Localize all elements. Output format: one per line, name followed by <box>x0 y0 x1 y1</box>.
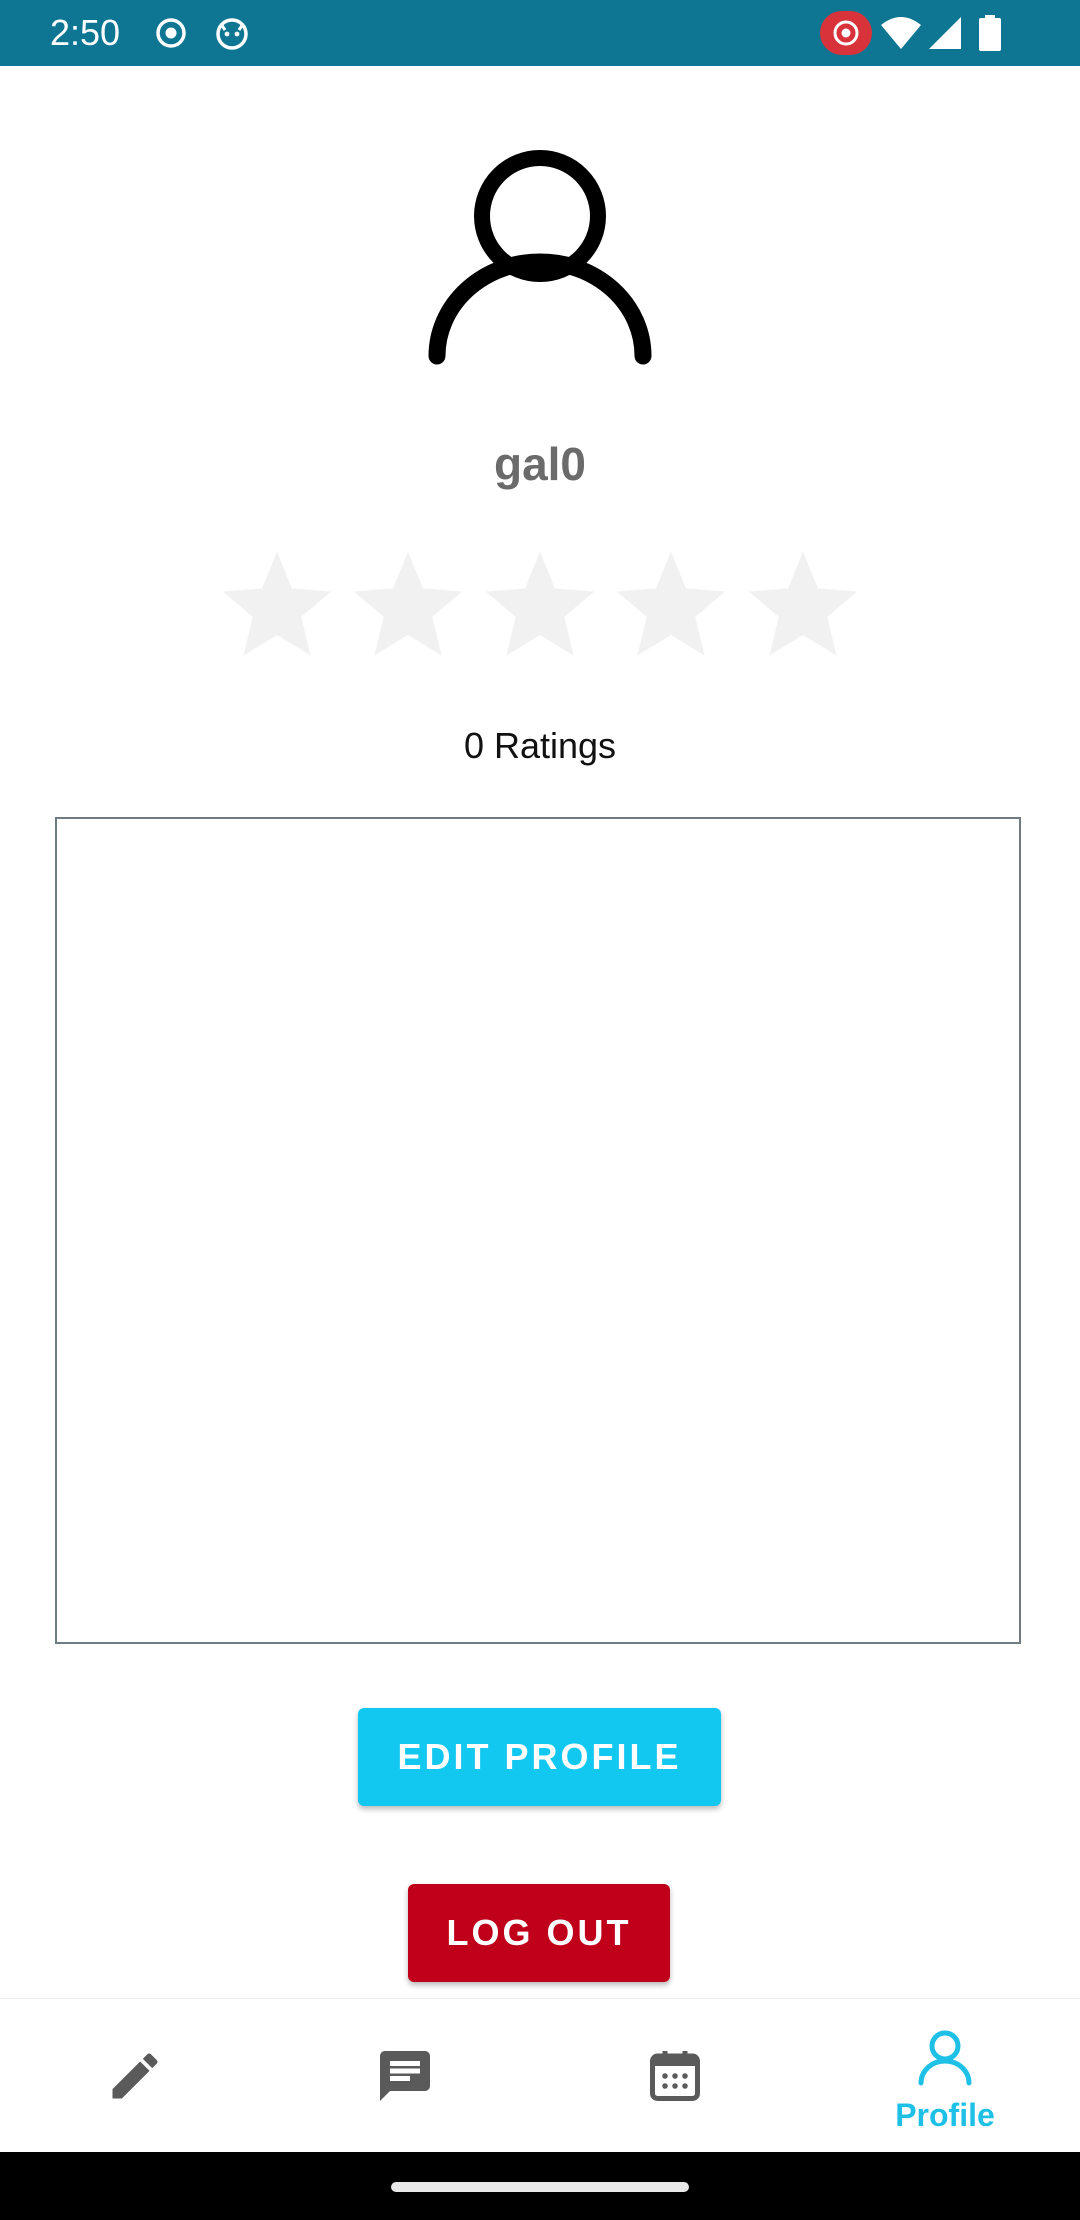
star-rating <box>215 544 865 674</box>
cellular-signal-icon <box>929 17 961 49</box>
pencil-icon <box>112 2053 158 2099</box>
cat-face-icon <box>216 18 248 50</box>
edit-profile-button[interactable]: EDIT PROFILE <box>358 1708 721 1806</box>
nav-item-messages[interactable] <box>270 1999 540 2153</box>
system-navigation-bar <box>0 2152 1080 2220</box>
bottom-navigation: Profile <box>0 1998 1080 2153</box>
nav-item-profile[interactable]: Profile <box>810 1999 1080 2153</box>
star-icon <box>485 551 595 656</box>
ratings-count: 0 Ratings <box>463 725 617 766</box>
battery-icon <box>979 15 1001 51</box>
person-icon <box>918 2030 972 2086</box>
record-icon <box>156 18 186 48</box>
star-icon <box>353 551 463 656</box>
person-outline-icon <box>428 150 652 365</box>
username: gal0 <box>493 438 587 490</box>
home-gesture-handle[interactable] <box>391 2182 689 2192</box>
screen-record-icon <box>820 11 872 55</box>
message-icon <box>380 2051 430 2101</box>
nav-item-calendar[interactable] <box>540 1999 810 2153</box>
star-icon <box>616 551 726 656</box>
logout-button[interactable]: LOG OUT <box>408 1884 670 1982</box>
bio-box <box>55 817 1021 1644</box>
star-icon <box>748 551 858 656</box>
calendar-icon <box>650 2051 700 2101</box>
profile-content: gal0 0 Ratings EDIT PROFILE LOG OUT <box>0 66 1080 1998</box>
wifi-icon <box>881 17 921 49</box>
nav-label-profile: Profile <box>895 2097 995 2133</box>
nav-item-edit[interactable] <box>0 1999 270 2153</box>
star-icon <box>222 551 332 656</box>
status-bar: 2:50 <box>0 0 1080 66</box>
status-time: 2:50 <box>50 12 121 53</box>
